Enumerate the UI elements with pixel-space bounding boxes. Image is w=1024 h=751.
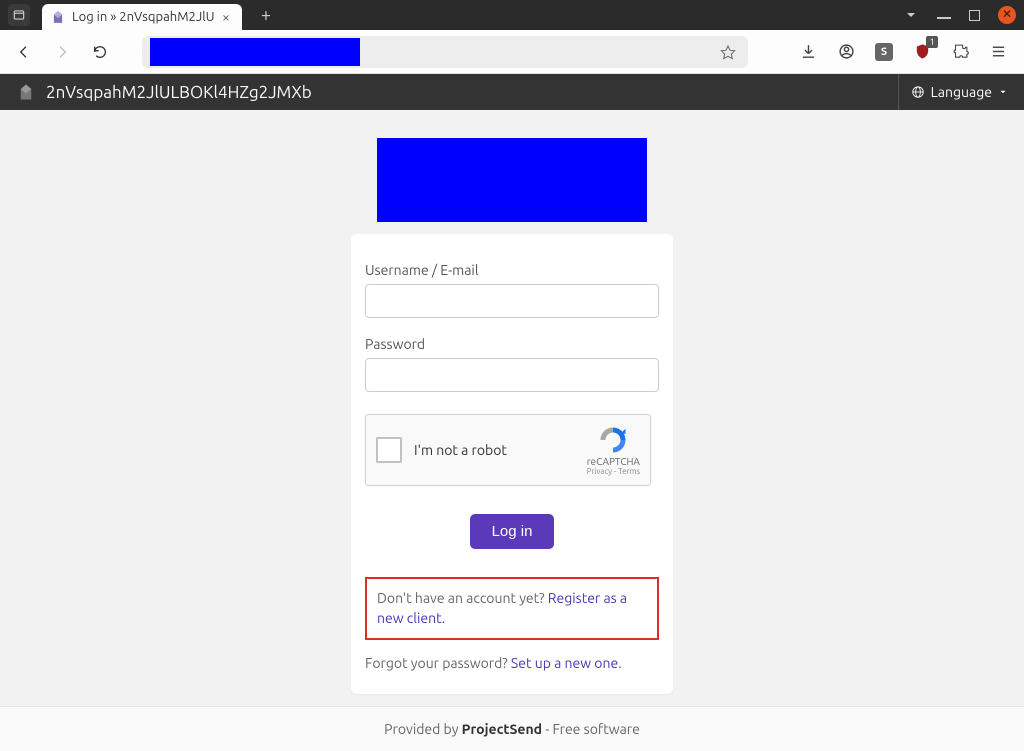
tab-close-button[interactable]: × — [218, 9, 234, 25]
recaptcha-widget: I'm not a robot reCAPTCHA Privacy - Term… — [365, 414, 651, 486]
window-close-button[interactable]: ✕ — [998, 6, 1016, 24]
tab-title: Log in » 2nVsqpahM2JlU — [72, 10, 218, 24]
nav-back-button[interactable] — [8, 36, 40, 68]
page-content: Username / E-mail Password I'm not a rob… — [0, 110, 1024, 751]
brand-logo-block — [377, 138, 647, 222]
recaptcha-checkbox[interactable] — [376, 437, 402, 463]
language-dropdown[interactable]: Language — [911, 84, 1008, 100]
extension-s-icon[interactable]: S — [870, 38, 898, 66]
tab-favicon-icon — [50, 9, 66, 25]
url-bar[interactable] — [142, 36, 748, 68]
password-input[interactable] — [365, 358, 659, 392]
browser-tab[interactable]: Log in » 2nVsqpahM2JlU × — [42, 4, 242, 30]
new-tab-button[interactable]: + — [256, 5, 276, 25]
footer: Provided by ProjectSend - Free software — [0, 706, 1024, 751]
downloads-icon[interactable] — [794, 38, 822, 66]
window-controls: ✕ — [903, 6, 1016, 24]
nav-forward-button[interactable] — [46, 36, 78, 68]
tab-list-chevron-icon[interactable] — [903, 7, 919, 23]
footer-suffix: - Free software — [542, 721, 640, 737]
username-input[interactable] — [365, 284, 659, 318]
register-callout: Don't have an account yet? Register as a… — [365, 577, 659, 640]
app-header: 2nVsqpahM2JlULBOKl4HZg2JMXb Language — [0, 74, 1024, 110]
forgot-link[interactable]: Set up a new one. — [511, 655, 622, 671]
username-label: Username / E-mail — [365, 262, 659, 278]
extension-badge: 1 — [926, 36, 938, 48]
extensions-puzzle-icon[interactable] — [946, 38, 974, 66]
nav-reload-button[interactable] — [84, 36, 116, 68]
browser-toolbar: S 1 — [0, 30, 1024, 74]
footer-brand[interactable]: ProjectSend — [462, 721, 542, 737]
app-logo-icon — [16, 82, 36, 102]
language-label: Language — [931, 84, 992, 100]
app-title: 2nVsqpahM2JlULBOKl4HZg2JMXb — [46, 83, 312, 102]
login-card: Username / E-mail Password I'm not a rob… — [351, 234, 673, 694]
login-button[interactable]: Log in — [470, 514, 555, 549]
url-redacted-block — [150, 38, 360, 66]
register-prompt: Don't have an account yet? — [377, 590, 548, 606]
window-titlebar: Log in » 2nVsqpahM2JlU × + ✕ — [0, 0, 1024, 30]
recaptcha-icon — [598, 425, 628, 455]
forgot-prompt: Forgot your password? — [365, 655, 511, 671]
recaptcha-brand: reCAPTCHA Privacy - Terms — [587, 425, 640, 476]
chevron-down-icon — [998, 87, 1008, 97]
app-menu-hamburger-icon[interactable] — [984, 38, 1012, 66]
window-minimize-button[interactable] — [937, 11, 951, 19]
footer-prefix: Provided by — [384, 721, 462, 737]
account-icon[interactable] — [832, 38, 860, 66]
bookmark-star-icon[interactable] — [716, 40, 740, 64]
recaptcha-label: I'm not a robot — [414, 442, 587, 458]
toolbar-right-icons: S 1 — [794, 38, 1012, 66]
app-menu-icon[interactable] — [8, 4, 30, 26]
password-label: Password — [365, 336, 659, 352]
window-maximize-button[interactable] — [969, 10, 980, 21]
extension-shield-icon[interactable]: 1 — [908, 38, 936, 66]
